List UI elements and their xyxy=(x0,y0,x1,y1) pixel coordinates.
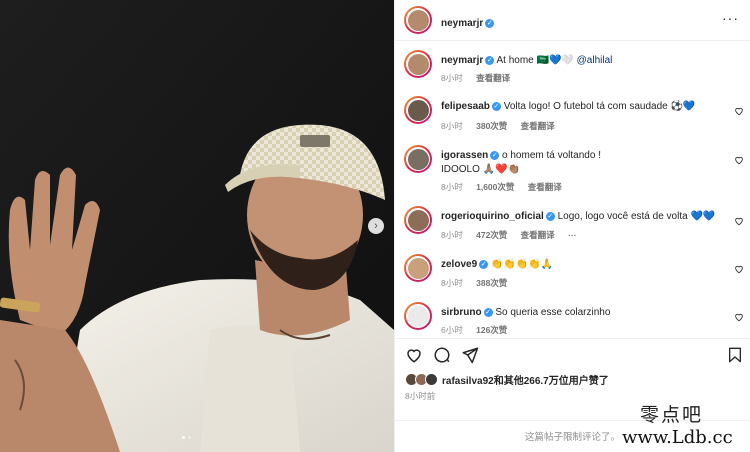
comment-meta: 8小时 472次赞 查看翻译 ··· xyxy=(441,229,588,241)
carousel-dot xyxy=(188,436,191,439)
heart-icon[interactable] xyxy=(734,216,744,226)
post-time: 8小时前 xyxy=(405,391,436,401)
translate-link[interactable]: 查看翻译 xyxy=(476,73,510,83)
comment-body: Volta logo! O futebol tá com saudade ⚽💙 xyxy=(503,101,696,112)
more-options-icon[interactable]: ··· xyxy=(568,230,577,240)
share-icon[interactable] xyxy=(461,346,479,364)
comment-time: 6小时 xyxy=(441,325,463,335)
more-options-icon[interactable]: ··· xyxy=(722,10,739,26)
caption-body: At home 🇸🇦💙🤍 xyxy=(496,55,574,66)
avatar[interactable] xyxy=(404,6,432,34)
translate-link[interactable]: 查看翻译 xyxy=(521,230,555,240)
comments-limited-text: 这篇帖子限制评论了。 xyxy=(525,432,621,443)
heart-icon[interactable] xyxy=(734,106,744,116)
avatar[interactable] xyxy=(404,206,432,234)
comment-time: 8小时 xyxy=(441,278,463,288)
action-bar xyxy=(395,338,750,369)
comment-username[interactable]: rogerioquirino_oficial xyxy=(441,211,544,222)
likes-summary[interactable]: rafasilva92和其他266.7万位用户赞了 xyxy=(405,372,609,387)
post-photo[interactable]: › xyxy=(0,0,394,452)
verified-badge-icon: ✓ xyxy=(490,151,500,160)
verified-badge-icon: ✓ xyxy=(485,19,495,28)
comment-item: sirbruno ✓ So queria esse colarzinho 6小时 … xyxy=(395,302,750,338)
caption-username[interactable]: neymarjr xyxy=(441,55,483,66)
comment-text: igorassen ✓ o homem tá voltando ! IDOOLO … xyxy=(441,149,721,177)
comment-body-line2: IDOOLO 🙏🏽❤️👏🏽 xyxy=(441,164,521,175)
comment-username[interactable]: sirbruno xyxy=(441,307,482,318)
comment-likes[interactable]: 472次赞 xyxy=(476,230,507,240)
avatar[interactable] xyxy=(404,50,432,78)
comment-body: 👏👏👏👏🙏 xyxy=(490,259,554,270)
comment-likes[interactable]: 1,600次赞 xyxy=(476,182,514,192)
comment-likes[interactable]: 126次赞 xyxy=(476,325,507,335)
post-details-panel: neymarjr ✓ ··· neymarjr ✓ At home 🇸🇦💙🤍 @al… xyxy=(394,0,750,452)
translate-link[interactable]: 查看翻译 xyxy=(528,182,562,192)
neymar-photo xyxy=(0,0,394,452)
comment-text: felipesaab ✓ Volta logo! O futebol tá com… xyxy=(441,100,721,114)
comment-icon[interactable] xyxy=(433,346,451,364)
comment-time: 8小时 xyxy=(441,182,463,192)
carousel-dot xyxy=(182,436,185,439)
caption-time: 8小时 xyxy=(441,73,463,83)
comment-body: o homem tá voltando ! xyxy=(502,150,601,161)
verified-badge-icon: ✓ xyxy=(545,212,555,221)
comment-meta: 8小时 380次赞 查看翻译 xyxy=(441,120,566,132)
carousel-next-button[interactable]: › xyxy=(368,218,384,234)
avatar[interactable] xyxy=(404,254,432,282)
comment-username[interactable]: zelove9 xyxy=(441,259,477,270)
comment-body: Logo, logo você está de volta 💙💙 xyxy=(557,211,716,222)
avatar[interactable] xyxy=(404,302,432,330)
heart-icon[interactable] xyxy=(734,264,744,274)
caption-text: neymarjr ✓ At home 🇸🇦💙🤍 @alhilal xyxy=(441,54,721,68)
avatar xyxy=(425,373,438,386)
comment-time: 8小时 xyxy=(441,230,463,240)
caption-meta: 8小时 查看翻译 xyxy=(441,72,521,84)
comment-text: sirbruno ✓ So queria esse colarzinho xyxy=(441,306,721,320)
verified-badge-icon: ✓ xyxy=(491,102,501,111)
mention-link[interactable]: @alhilal xyxy=(577,55,613,66)
likes-text[interactable]: rafasilva92和其他266.7万位用户赞了 xyxy=(442,372,609,387)
comment-meta: 8小时 388次赞 xyxy=(441,277,518,289)
comment-text: rogerioquirino_oficial ✓ Logo, logo você … xyxy=(441,210,721,224)
comment-time: 8小时 xyxy=(441,121,463,131)
translate-link[interactable]: 查看翻译 xyxy=(521,121,555,131)
comment-text: zelove9 ✓ 👏👏👏👏🙏 xyxy=(441,258,721,272)
verified-badge-icon: ✓ xyxy=(485,56,495,65)
watermark-text: 零点吧 xyxy=(640,404,704,426)
heart-icon[interactable] xyxy=(405,346,423,364)
verified-badge-icon: ✓ xyxy=(483,308,493,317)
heart-icon[interactable] xyxy=(734,312,744,322)
header-username[interactable]: neymarjr xyxy=(441,18,483,29)
heart-icon[interactable] xyxy=(734,155,744,165)
comment-meta: 8小时 1,600次赞 查看翻译 xyxy=(441,181,573,193)
bookmark-icon[interactable] xyxy=(727,346,743,364)
post-header: neymarjr ✓ ··· xyxy=(395,0,750,41)
avatar[interactable] xyxy=(404,145,432,173)
comment-likes[interactable]: 380次赞 xyxy=(476,121,507,131)
comment-likes[interactable]: 388次赞 xyxy=(476,278,507,288)
verified-badge-icon: ✓ xyxy=(479,260,489,269)
comment-username[interactable]: felipesaab xyxy=(441,101,490,112)
avatar[interactable] xyxy=(404,96,432,124)
comment-meta: 6小时 126次赞 xyxy=(441,324,518,336)
comment-body: So queria esse colarzinho xyxy=(495,307,611,318)
carousel-dots xyxy=(182,436,191,439)
comment-username[interactable]: igorassen xyxy=(441,150,488,161)
watermark-url: www.Ldb.cc xyxy=(622,427,733,448)
chevron-right-icon: › xyxy=(374,220,378,232)
